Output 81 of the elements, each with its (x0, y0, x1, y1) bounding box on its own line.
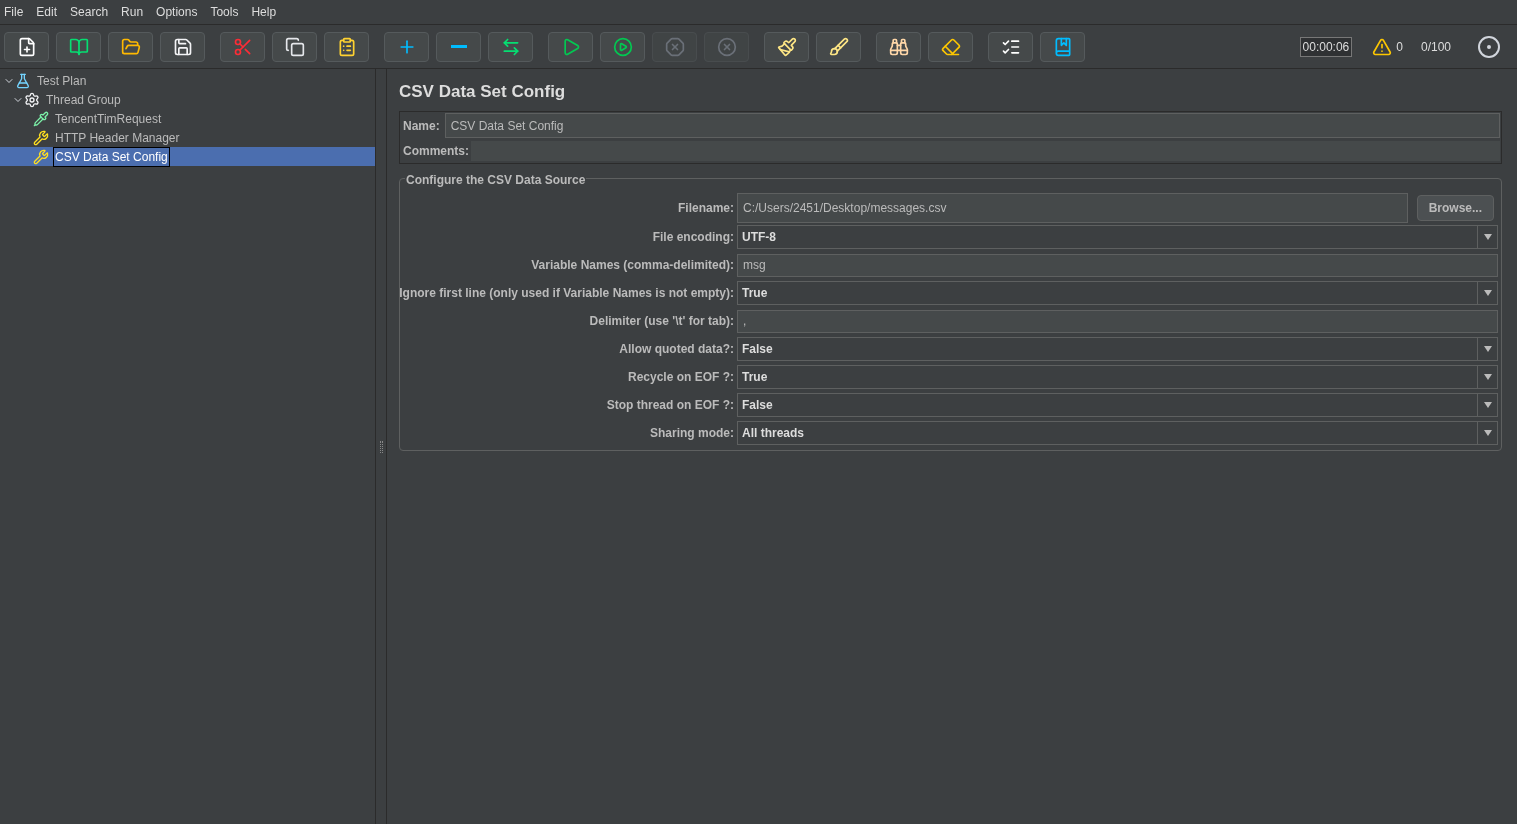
name-label: Name: (402, 117, 441, 135)
tree-item[interactable]: CSV Data Set Config (53, 146, 170, 167)
field-label: Filename: (678, 199, 734, 217)
dropdown-arrow-icon (1483, 234, 1492, 240)
name-field[interactable]: CSV Data Set Config (444, 113, 1500, 138)
flask-icon (15, 72, 31, 89)
dropdown[interactable]: True (737, 281, 1498, 305)
dropdown[interactable]: All threads (737, 421, 1498, 445)
browse-button[interactable]: Browse... (1416, 194, 1494, 221)
toolbar-button[interactable] (56, 31, 101, 62)
elapsed-time: 00:00:06 (1299, 36, 1353, 57)
field-label: Delimiter (use '\t' for tab): (589, 313, 734, 330)
field-label: Sharing mode: (650, 425, 734, 442)
brush-icon (776, 36, 797, 57)
panel-title: CSV Data Set Config (399, 81, 567, 103)
minus-icon (450, 45, 467, 48)
dropdown[interactable]: False (737, 337, 1498, 361)
broom-icon (940, 36, 961, 57)
wrench-icon (33, 129, 49, 146)
tree-item[interactable]: TencentTimRequest (53, 108, 164, 129)
toolbar-button[interactable] (988, 31, 1033, 62)
toolbar-button[interactable] (4, 31, 49, 62)
menu-item[interactable]: Search (70, 3, 109, 21)
comments-field[interactable] (471, 140, 1500, 161)
field-label: Variable Names (comma-delimited): (531, 257, 734, 274)
play-icon (612, 36, 633, 57)
stop-icon (664, 36, 685, 57)
filename-field[interactable]: C:/Users/2451/Desktop/messages.csv (737, 192, 1408, 223)
toolbar-button[interactable] (764, 31, 809, 62)
wrench-icon (33, 148, 49, 165)
field-label: Ignore first line (only used if Variable Names is not empty): (399, 285, 734, 302)
splitter-handle[interactable] (379, 440, 383, 453)
menu-item[interactable]: Help (251, 3, 277, 21)
menu-item[interactable]: Edit (36, 3, 58, 21)
menu-item[interactable]: Tools (210, 3, 239, 21)
tree-item[interactable]: Test Plan (35, 70, 89, 91)
pipette-icon (33, 110, 49, 127)
scissors-icon (232, 36, 253, 57)
warning-icon (1372, 36, 1393, 57)
menu-item[interactable]: File (4, 3, 24, 21)
shutdown-icon (716, 36, 737, 57)
menu-item[interactable]: Options (156, 3, 198, 21)
toolbar-button[interactable] (436, 31, 481, 62)
text-field[interactable]: msg (737, 253, 1498, 277)
toolbar-button[interactable] (160, 31, 205, 62)
toolbar-button[interactable] (600, 31, 645, 62)
warning-count: 0 (1396, 38, 1403, 56)
toolbar-button[interactable] (324, 31, 369, 62)
tree-item[interactable]: HTTP Header Manager (53, 127, 182, 148)
copy-icon (284, 36, 305, 57)
dropdown-arrow-icon (1483, 430, 1492, 436)
save-icon (172, 36, 193, 57)
dropdown-arrow-icon (1483, 290, 1492, 296)
folder-icon (120, 36, 141, 57)
dropdown-arrow-icon (1483, 374, 1492, 380)
menu-item[interactable]: Run (121, 3, 144, 21)
toolbar-button[interactable] (1040, 31, 1085, 62)
toolbar-button[interactable] (816, 31, 861, 62)
brush-icon (828, 36, 849, 57)
dropdown[interactable]: False (737, 393, 1498, 417)
dropdown-arrow-icon (1483, 402, 1492, 408)
field-label: Recycle on EOF ?: (627, 369, 734, 386)
dropdown[interactable]: UTF-8 (737, 225, 1498, 249)
field-label: Allow quoted data?: (619, 341, 734, 358)
toolbar-button[interactable] (876, 31, 921, 62)
dropdown[interactable]: True (737, 365, 1498, 389)
toolbar-button[interactable] (488, 31, 533, 62)
field-label: File encoding: (652, 229, 734, 246)
comments-label: Comments: (402, 142, 470, 160)
toolbar-button[interactable] (548, 31, 593, 62)
toolbar-button[interactable] (272, 31, 317, 62)
thread-count: 0/100 (1420, 38, 1451, 56)
gear-icon (24, 91, 40, 108)
book-icon (68, 36, 89, 57)
dropdown-arrow-icon (1483, 346, 1492, 352)
text-field[interactable]: , (737, 309, 1498, 333)
toolbar-button[interactable] (928, 31, 973, 62)
search-icon (888, 36, 909, 57)
toolbar-button[interactable] (108, 31, 153, 62)
field-label: Stop thread on EOF ?: (606, 397, 734, 414)
tree-item[interactable]: Thread Group (44, 89, 123, 110)
